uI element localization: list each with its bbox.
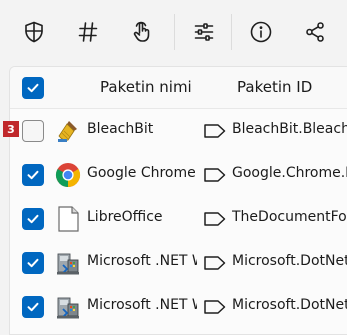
share-button[interactable]	[297, 14, 333, 50]
select-all-checkbox[interactable]	[22, 77, 44, 99]
row-checkbox[interactable]	[22, 252, 44, 274]
table-row[interactable]: Microsoft .NET Windows Desktop Runtime M…	[10, 285, 347, 329]
row-checkbox[interactable]	[22, 164, 44, 186]
google-chrome-icon	[55, 162, 81, 188]
package-id: Google.Chrome.EXE	[232, 165, 347, 181]
package-name: Google Chrome (EXE)	[87, 165, 197, 181]
selection-count-badge: 3	[3, 121, 19, 137]
shield-button[interactable]	[16, 14, 52, 50]
toolbar	[0, 0, 347, 64]
table-row[interactable]: Microsoft .NET Windows Desktop Runtime M…	[10, 241, 347, 285]
installer-icon	[55, 294, 81, 320]
package-id: TheDocumentFoundation.LibreOffice	[232, 209, 347, 225]
column-header-id[interactable]: Paketin ID	[237, 78, 312, 96]
tag-icon	[203, 210, 227, 228]
package-id: Microsoft.DotNet.DesktopRuntime	[232, 253, 347, 269]
info-icon	[250, 21, 272, 43]
settings-button[interactable]	[186, 14, 222, 50]
package-name: LibreOffice	[87, 209, 163, 225]
package-name: BleachBit	[87, 121, 154, 137]
row-checkbox[interactable]	[22, 120, 44, 142]
row-checkbox[interactable]	[22, 296, 44, 318]
row-checkbox[interactable]	[22, 208, 44, 230]
tag-icon	[203, 166, 227, 184]
share-icon	[306, 22, 324, 42]
toolbar-separator	[174, 14, 175, 50]
tag-icon	[203, 122, 227, 140]
bleachbit-icon	[55, 118, 81, 144]
package-name: Microsoft .NET Windows Desktop Runtime	[87, 253, 197, 269]
tag-icon	[203, 298, 227, 316]
hand-pointer-icon	[133, 21, 150, 42]
list-header: Paketin nimi Paketin ID	[10, 67, 347, 109]
table-row[interactable]: BleachBit BleachBit.BleachBit	[10, 109, 347, 153]
sliders-icon	[194, 23, 214, 41]
package-list: Paketin nimi Paketin ID BleachBit Bleach…	[9, 66, 347, 335]
installer-icon	[55, 250, 81, 276]
column-header-name[interactable]: Paketin nimi	[100, 78, 192, 96]
interact-button[interactable]	[124, 14, 160, 50]
tag-icon	[203, 254, 227, 272]
shield-icon	[25, 21, 43, 43]
table-row[interactable]: LibreOffice TheDocumentFoundation.LibreO…	[10, 197, 347, 241]
toolbar-separator	[231, 14, 232, 50]
table-row[interactable]: Google Chrome (EXE) Google.Chrome.EXE	[10, 153, 347, 197]
package-id: Microsoft.DotNet.DesktopRuntime	[232, 297, 347, 313]
hash-icon	[78, 22, 98, 42]
libreoffice-icon	[55, 206, 81, 232]
hash-button[interactable]	[70, 14, 106, 50]
info-button[interactable]	[243, 14, 279, 50]
package-name: Microsoft .NET Windows Desktop Runtime	[87, 297, 197, 313]
package-id: BleachBit.BleachBit	[232, 121, 347, 137]
